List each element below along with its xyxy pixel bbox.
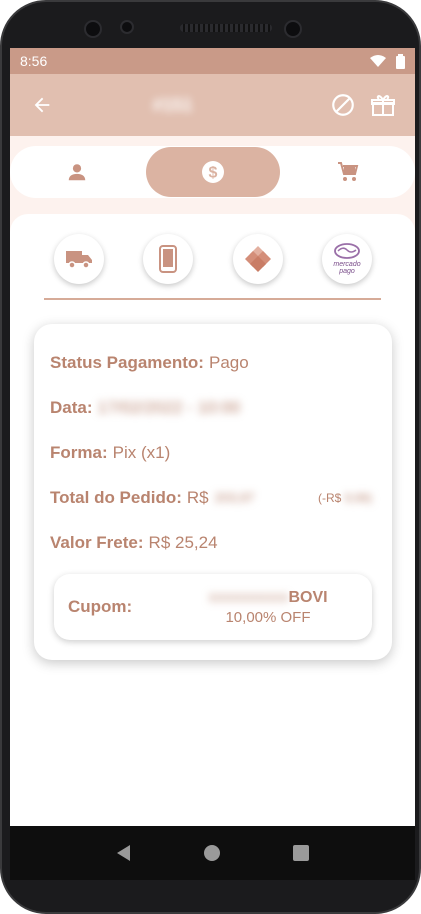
methods-divider: [44, 298, 381, 300]
total-label: Total do Pedido:: [50, 487, 182, 507]
wifi-icon: [370, 55, 386, 67]
app-screen: 8:56 #151 $ mercado pago Status Pagament…: [10, 48, 415, 826]
recents-square-icon[interactable]: [292, 844, 310, 862]
method-mobile[interactable]: [143, 234, 194, 284]
back-triangle-icon[interactable]: [115, 844, 133, 862]
status-value: Pago: [208, 352, 249, 372]
svg-text:mercado: mercado: [333, 261, 360, 268]
truck-icon: [66, 251, 92, 269]
coupon-discount: 10,00% OFF: [225, 608, 311, 626]
status-label: Status Pagamento:: [50, 352, 204, 372]
delivery-methods: mercado pago: [54, 234, 372, 284]
method-delivery[interactable]: [54, 234, 104, 284]
discount-value: 9,99): [344, 490, 372, 505]
earpiece-speaker: [180, 24, 272, 32]
svg-text:$: $: [208, 165, 217, 182]
phone-icon: [159, 245, 178, 273]
front-camera-2: [284, 20, 302, 38]
coupon-values: XXXXXXXXXXBOVI 10,00% OFF: [178, 589, 358, 626]
status-row: Status Pagamento: Pago: [50, 340, 376, 385]
form-value: Pix (x1): [112, 442, 171, 462]
system-nav-bar: [10, 826, 415, 880]
app-bar: #151: [10, 74, 415, 136]
freight-row: Valor Frete: R$ 25,24: [50, 520, 376, 565]
date-value: 17/02/2022 - 10:00: [97, 397, 241, 417]
status-bar: 8:56: [10, 48, 415, 74]
package-button[interactable]: [363, 85, 403, 125]
method-pix[interactable]: [232, 234, 283, 284]
clock: 8:56: [20, 53, 48, 69]
freight-value: R$ 25,24: [148, 532, 218, 552]
tab-payment[interactable]: $: [145, 147, 280, 197]
total-row: Total do Pedido: R$ 203,97 (-R$ 9,99): [50, 475, 376, 520]
package-icon: [371, 95, 395, 116]
payment-panel: mercado pago Status Pagamento: Pago Data:…: [10, 214, 415, 826]
mercado-pago-icon: mercadopago: [333, 243, 361, 275]
coupon-box: Cupom: XXXXXXXXXXBOVI 10,00% OFF: [54, 574, 372, 640]
payment-details-card: Status Pagamento: Pago Data: 17/02/2022 …: [34, 324, 392, 660]
front-camera: [84, 20, 102, 38]
discount-prefix: (-R$: [317, 490, 342, 505]
cancel-order-button[interactable]: [323, 85, 363, 125]
total-value: 203,97: [214, 490, 255, 505]
method-mercado-pago[interactable]: mercado pago: [321, 234, 372, 284]
tab-customer[interactable]: [10, 147, 144, 197]
coupon-code: XXXXXXXXXXBOVI: [178, 589, 358, 607]
block-icon: [332, 94, 354, 116]
coupon-code-hidden: XXXXXXXXXX: [208, 590, 289, 605]
svg-text:pago: pago: [338, 268, 355, 275]
tab-cart[interactable]: [281, 147, 415, 197]
pix-icon: [244, 246, 271, 272]
phone-bezel: [2, 2, 419, 48]
total-discount: (-R$ 9,99): [318, 491, 372, 505]
phone-frame: 8:56 #151 $ mercado pago Status Pagament…: [0, 0, 421, 914]
total-currency: R$: [186, 487, 209, 507]
form-label: Forma:: [50, 442, 108, 462]
battery-icon: [396, 53, 405, 69]
date-label: Data:: [50, 397, 93, 417]
dollar-icon: $: [201, 161, 224, 183]
person-icon: [68, 164, 86, 181]
coupon-code-suffix: BOVI: [288, 588, 328, 606]
date-row: Data: 17/02/2022 - 10:00: [50, 385, 376, 430]
freight-label: Valor Frete:: [50, 532, 144, 552]
coupon-label: Cupom:: [68, 597, 133, 616]
form-row: Forma: Pix (x1): [50, 430, 376, 475]
cart-icon: [338, 162, 359, 181]
order-title: #151: [152, 94, 193, 115]
sensor: [120, 20, 134, 34]
order-tabs: $: [10, 146, 415, 198]
home-circle-icon[interactable]: [203, 844, 221, 862]
